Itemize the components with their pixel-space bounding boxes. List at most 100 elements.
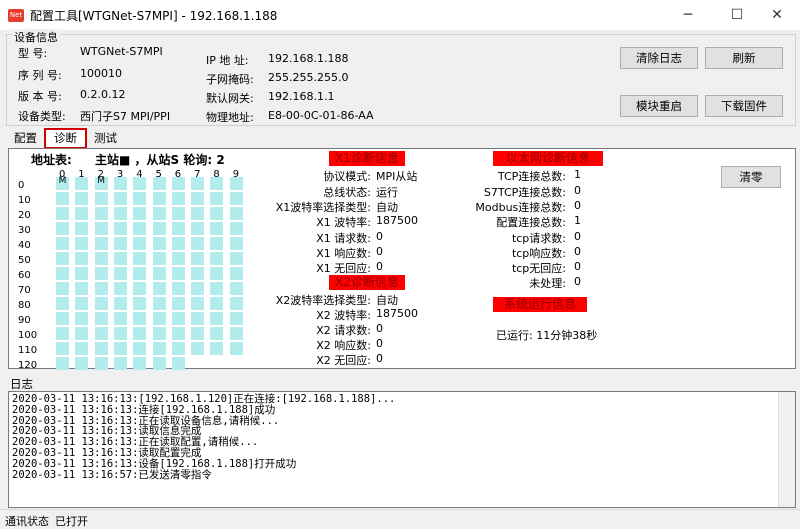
address-cell (75, 177, 89, 190)
address-cell (94, 282, 108, 295)
address-cell (152, 327, 166, 340)
address-cell (191, 297, 205, 310)
address-cell (210, 222, 224, 235)
x1-baud-value: 187500 (376, 214, 418, 227)
x1-header: X1诊断信息 (329, 151, 405, 166)
minimize-button[interactable]: ─ (665, 0, 711, 30)
x1-baudsel-label: X1波特率选择类型: (275, 201, 371, 214)
address-cell (210, 252, 224, 265)
address-cell (113, 282, 127, 295)
address-cell (113, 192, 127, 205)
address-cell (229, 252, 243, 265)
download-firmware-button[interactable]: 下载固件 (705, 95, 783, 117)
address-cell (56, 282, 69, 295)
address-cell (152, 297, 166, 310)
address-cell (94, 297, 108, 310)
x2-resp-label: X2 响应数: (316, 339, 371, 352)
address-cell (113, 342, 127, 355)
address-cell (75, 267, 89, 280)
address-cell (94, 192, 108, 205)
address-cell (229, 207, 243, 220)
address-cell (152, 282, 166, 295)
ip-label: IP 地 址: (206, 54, 249, 67)
address-cell (171, 312, 185, 325)
address-cell (133, 192, 147, 205)
status-bar: 通讯状态 已打开 (0, 509, 800, 529)
address-cell (171, 357, 185, 370)
address-cell (171, 252, 185, 265)
address-cell (133, 297, 147, 310)
eth-s7tcp-value: 0 (574, 184, 581, 197)
serial-value: 100010 (80, 67, 122, 80)
address-cell (210, 177, 224, 190)
address-cell (191, 252, 205, 265)
address-cell (171, 327, 185, 340)
address-cell (75, 312, 89, 325)
x2-header: X2诊断信息 (329, 275, 405, 290)
module-restart-button[interactable]: 模块重启 (620, 95, 698, 117)
log-textarea[interactable]: 2020-03-11 13:16:13:[192.168.1.120]正在连接:… (8, 391, 796, 508)
address-cell (113, 252, 127, 265)
address-cell (171, 282, 185, 295)
address-cell (229, 237, 243, 250)
address-cell (75, 252, 89, 265)
x1-req-label: X1 请求数: (316, 232, 371, 245)
address-cell (171, 342, 185, 355)
refresh-button[interactable]: 刷新 (705, 47, 783, 69)
address-cell (75, 207, 89, 220)
address-cell (133, 312, 147, 325)
address-cell (210, 267, 224, 280)
x2-resp-value: 0 (376, 337, 383, 350)
address-cell (210, 282, 224, 295)
tab-config[interactable]: 配置 (6, 130, 45, 146)
address-cell (152, 342, 166, 355)
address-cell (171, 222, 185, 235)
status-value: 已打开 (55, 515, 88, 528)
address-cell (210, 207, 224, 220)
address-cell (171, 207, 185, 220)
address-cell (229, 177, 243, 190)
eth-tcpresp-label: tcp响应数: (511, 247, 566, 260)
address-row-header: 50 (18, 255, 31, 266)
x1-baudsel-value: 自动 (376, 201, 398, 214)
address-cell (191, 267, 205, 280)
address-row-header: 40 (18, 240, 31, 251)
x1-protocol-label: 协议模式: (323, 170, 371, 183)
clear-log-button[interactable]: 清除日志 (620, 47, 698, 69)
address-cell (133, 342, 147, 355)
address-cell (152, 207, 166, 220)
eth-config-label: 配置连接总数: (496, 216, 566, 229)
system-uptime: 已运行: 11分钟38秒 (496, 329, 598, 342)
address-cell (191, 327, 205, 340)
address-cell (171, 177, 185, 190)
address-row-header: 80 (18, 300, 31, 311)
serial-label: 序 列 号: (18, 69, 62, 82)
x1-noresp-label: X1 无回应: (316, 262, 371, 275)
close-button[interactable]: ✕ (754, 0, 800, 30)
address-cell (94, 312, 108, 325)
address-cell (113, 357, 127, 370)
eth-s7tcp-label: S7TCP连接总数: (483, 186, 566, 199)
eth-config-value: 1 (574, 214, 581, 227)
eth-header: 以太网诊断信息 (493, 151, 603, 166)
address-cell (113, 297, 127, 310)
address-cell (191, 312, 205, 325)
address-cell (56, 207, 69, 220)
ip-value: 192.168.1.188 (268, 52, 349, 65)
address-cell (171, 267, 185, 280)
address-cell (133, 237, 147, 250)
tab-diagnostics[interactable]: 诊断 (44, 128, 87, 149)
x1-req-value: 0 (376, 230, 383, 243)
address-cell (229, 342, 243, 355)
log-scrollbar[interactable] (778, 392, 795, 507)
gateway-value: 192.168.1.1 (268, 90, 335, 103)
address-cell (229, 297, 243, 310)
window-title: 配置工具[WTGNet-S7MPI] - 192.168.1.188 (30, 9, 278, 23)
x2-baudsel-label: X2波特率选择类型: (275, 294, 371, 307)
mac-label: 物理地址: (206, 111, 254, 124)
address-cell (113, 207, 127, 220)
x1-noresp-value: 0 (376, 260, 383, 273)
clear-zero-button[interactable]: 清零 (721, 166, 781, 188)
tab-test[interactable]: 测试 (86, 130, 125, 146)
log-line: 2020-03-11 13:16:57:已发送清零指令 (12, 468, 212, 481)
